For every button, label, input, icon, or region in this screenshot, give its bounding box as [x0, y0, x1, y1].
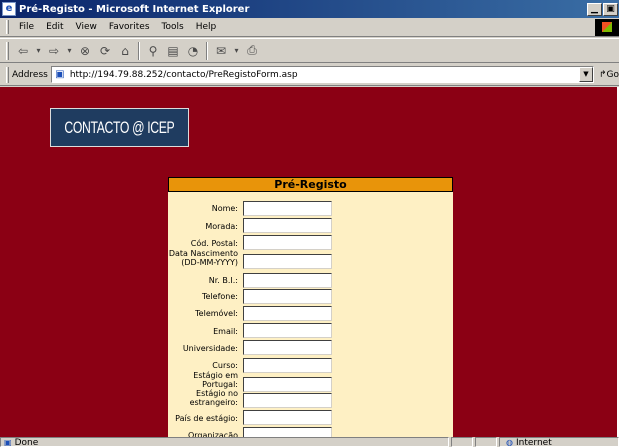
home-icon[interactable]: ⌂ — [115, 41, 135, 61]
input-organizacao-actual[interactable] — [243, 427, 332, 437]
window-titlebar[interactable]: e Pré-Registo - Microsoft Internet Explo… — [0, 0, 619, 18]
back-dropdown-icon[interactable]: ▾ — [33, 41, 44, 61]
field-label-cod-postal: Cód. Postal: — [190, 239, 238, 248]
menu-favorites[interactable]: Favorites — [103, 22, 156, 32]
field-label-email: Email: — [213, 327, 238, 336]
go-arrow-icon: ↱ — [598, 69, 607, 80]
menu-tools[interactable]: Tools — [156, 22, 190, 32]
field-label-estagio-portugal: Estágio em Portugal: — [193, 371, 238, 389]
favorites-icon[interactable]: ▤ — [163, 41, 183, 61]
mail-dropdown-icon[interactable]: ▾ — [231, 41, 242, 61]
back-icon[interactable]: ⇦ — [13, 41, 33, 61]
input-nome[interactable] — [243, 201, 332, 216]
input-telefone[interactable] — [243, 289, 332, 304]
zone-text: Internet — [515, 438, 552, 447]
toolbar-grip[interactable] — [6, 41, 9, 60]
input-universidade[interactable] — [243, 340, 332, 355]
toolbar-separator — [138, 41, 140, 60]
menu-view[interactable]: View — [70, 22, 103, 32]
field-label-telemovel: Telemóvel: — [195, 309, 238, 318]
status-panel-empty — [451, 437, 473, 447]
go-label: Go — [606, 69, 619, 80]
menu-bar: File Edit View Favorites Tools Help — [0, 18, 619, 37]
address-dropdown-button[interactable]: ▼ — [578, 67, 593, 82]
maximize-button[interactable]: ▣ — [603, 2, 618, 16]
contacto-icep-logo[interactable]: CONTACTO @ ICEP — [50, 108, 189, 147]
go-button[interactable]: ↱Go — [599, 70, 619, 80]
globe-icon: ◍ — [506, 438, 513, 447]
toolbar-separator — [206, 41, 208, 60]
page-done-icon: ▣ — [4, 438, 12, 447]
input-nr-bi[interactable] — [243, 273, 332, 288]
toolbar-grip[interactable] — [6, 20, 9, 34]
field-label-pais-estagio: País de estágio: — [175, 414, 238, 423]
windows-logo-icon — [595, 18, 619, 36]
field-label-data-nascimento: Data Nascimento (DD-MM-YYYY) — [168, 249, 238, 267]
field-label-universidade: Universidade: — [182, 344, 238, 353]
page-content: CONTACTO @ ICEP Pré-Registo Nome: Morada:… — [0, 87, 619, 437]
status-bar: ▣ Done ◍ Internet — [0, 437, 619, 447]
form-title: Pré-Registo — [168, 177, 453, 192]
field-label-nr-bi: Nr. B.I.: — [208, 276, 238, 285]
forward-icon[interactable]: ⇨ — [44, 41, 64, 61]
minimize-button[interactable]: ▁ — [587, 2, 602, 16]
security-zone: ◍ Internet — [499, 437, 619, 447]
field-label-morada: Morada: — [205, 222, 238, 231]
field-label-estagio-estrangeiro: Estágio no estrangeiro: — [189, 389, 238, 407]
refresh-icon[interactable]: ⟳ — [95, 41, 115, 61]
status-panel: ▣ Done — [0, 437, 449, 447]
address-bar: Address ▣ http://194.79.88.252/contacto/… — [0, 64, 619, 86]
window-title: Pré-Registo - Microsoft Internet Explore… — [19, 3, 250, 15]
print-icon[interactable]: ⎙ — [242, 41, 262, 61]
input-cod-postal[interactable] — [243, 235, 332, 250]
input-data-nascimento[interactable] — [243, 254, 332, 269]
address-url[interactable]: http://194.79.88.252/contacto/PreRegisto… — [70, 70, 579, 80]
registration-form: Nome: Morada: Cód. Postal: Data Nascimento … — [168, 192, 453, 437]
logo-text: CONTACTO @ ICEP — [64, 117, 175, 137]
page-icon: ▣ — [55, 69, 65, 80]
standard-toolbar: ⇦ ▾ ⇨ ▾ ⊗ ⟳ ⌂ ⚲ ▤ ◔ ✉ ▾ ⎙ — [0, 38, 619, 63]
field-label-telefone: Telefone: — [202, 292, 238, 301]
address-label: Address — [11, 69, 48, 80]
ie-page-icon[interactable]: e — [2, 2, 16, 16]
toolbar-grip[interactable] — [6, 66, 9, 83]
input-telemovel[interactable] — [243, 306, 332, 321]
forward-dropdown-icon[interactable]: ▾ — [64, 41, 75, 61]
address-input[interactable]: ▣ http://194.79.88.252/contacto/PreRegis… — [50, 66, 594, 83]
stop-icon[interactable]: ⊗ — [75, 41, 95, 61]
menu-file[interactable]: File — [13, 22, 40, 32]
input-estagio-estrangeiro[interactable] — [243, 393, 332, 408]
search-icon[interactable]: ⚲ — [143, 41, 163, 61]
menu-help[interactable]: Help — [190, 22, 223, 32]
status-panel-empty — [475, 437, 497, 447]
menu-edit[interactable]: Edit — [40, 22, 69, 32]
history-icon[interactable]: ◔ — [183, 41, 203, 61]
input-pais-estagio[interactable] — [243, 410, 332, 425]
input-curso[interactable] — [243, 358, 332, 373]
input-estagio-portugal[interactable] — [243, 377, 332, 392]
field-label-nome: Nome: — [211, 204, 238, 213]
status-text: Done — [14, 438, 39, 447]
input-morada[interactable] — [243, 218, 332, 233]
input-email[interactable] — [243, 323, 332, 338]
mail-icon[interactable]: ✉ — [211, 41, 231, 61]
field-label-curso: Curso: — [212, 361, 238, 370]
